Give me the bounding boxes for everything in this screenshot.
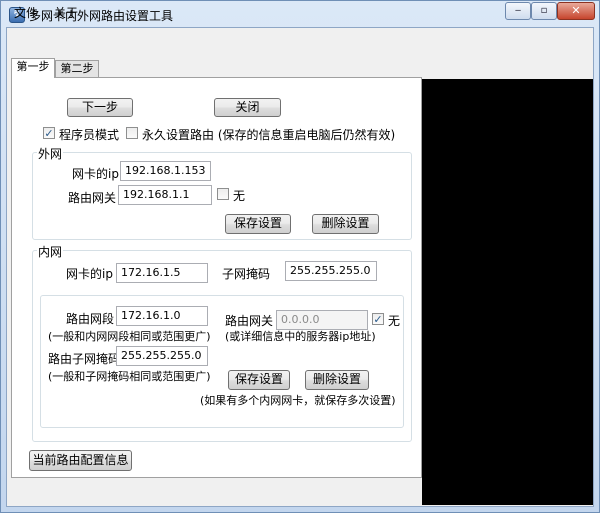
show-route-config-button[interactable]: 当前路由配置信息	[29, 450, 132, 471]
multi-nic-hint: (如果有多个内网网卡，就保存多次设置)	[200, 394, 396, 407]
route-mask-hint: (一般和子网掩码相同或范围更广)	[48, 370, 211, 383]
wan-gateway-label: 路由网关	[68, 191, 117, 205]
persistent-route-label: 永久设置路由 (保存的信息重启电脑后仍然有效)	[142, 128, 396, 142]
lan-delete-button[interactable]: 删除设置	[305, 370, 369, 390]
wan-nic-ip-label: 网卡的ip	[72, 167, 119, 181]
programmer-mode-label: 程序员模式	[59, 128, 120, 142]
persistent-route-checkbox[interactable]	[126, 127, 138, 139]
wan-none-checkbox[interactable]	[217, 188, 229, 200]
check-icon: ✓	[373, 313, 383, 326]
check-icon: ✓	[44, 127, 54, 140]
window-title: 多网卡内外网路由设置工具	[29, 9, 174, 23]
close-window-button[interactable]: ✕	[557, 2, 595, 20]
close-button[interactable]: 关闭	[214, 98, 281, 117]
route-segment-label: 路由网段	[66, 312, 115, 326]
wan-nic-ip-field[interactable]: 192.168.1.153	[120, 161, 211, 181]
lan-mask-label: 子网掩码	[222, 267, 271, 281]
lan-save-button[interactable]: 保存设置	[228, 370, 290, 390]
tab-step2[interactable]: 第二步	[55, 60, 99, 78]
route-gateway-field[interactable]: 0.0.0.0	[276, 310, 368, 330]
wan-gateway-field[interactable]: 192.168.1.1	[118, 185, 212, 205]
wan-none-label: 无	[233, 189, 246, 203]
menu-file[interactable]: 文件	[14, 4, 38, 21]
route-gateway-label: 路由网关	[225, 314, 274, 328]
lan-group-label: 内网	[37, 243, 64, 260]
tab-step1[interactable]: 第一步	[11, 58, 55, 78]
lan-nic-ip-label: 网卡的ip	[66, 267, 113, 281]
lan-nic-ip-field[interactable]: 172.16.1.5	[116, 263, 208, 283]
output-panel	[422, 79, 593, 505]
programmer-mode-checkbox[interactable]: ✓	[43, 127, 55, 139]
route-mask-label: 路由子网掩码	[48, 352, 121, 366]
minimize-button[interactable]: ‒	[505, 2, 531, 20]
route-none-checkbox[interactable]: ✓	[372, 313, 384, 325]
route-segment-field[interactable]: 172.16.1.0	[116, 306, 208, 326]
maximize-button[interactable]: ▫	[531, 2, 557, 20]
menu-about[interactable]: 关于	[54, 4, 78, 21]
menu-bar	[7, 28, 593, 50]
next-step-button[interactable]: 下一步	[67, 98, 133, 117]
route-mask-field[interactable]: 255.255.255.0	[116, 346, 208, 366]
wan-delete-button[interactable]: 删除设置	[312, 214, 379, 234]
lan-mask-field[interactable]: 255.255.255.0	[285, 261, 377, 281]
route-none-label: 无	[388, 314, 401, 328]
route-segment-hint: (一般和内网网段相同或范围更广)	[48, 330, 211, 343]
route-gateway-hint: (或详细信息中的服务器ip地址)	[225, 330, 376, 343]
wan-group-label: 外网	[37, 145, 64, 162]
wan-save-button[interactable]: 保存设置	[225, 214, 291, 234]
